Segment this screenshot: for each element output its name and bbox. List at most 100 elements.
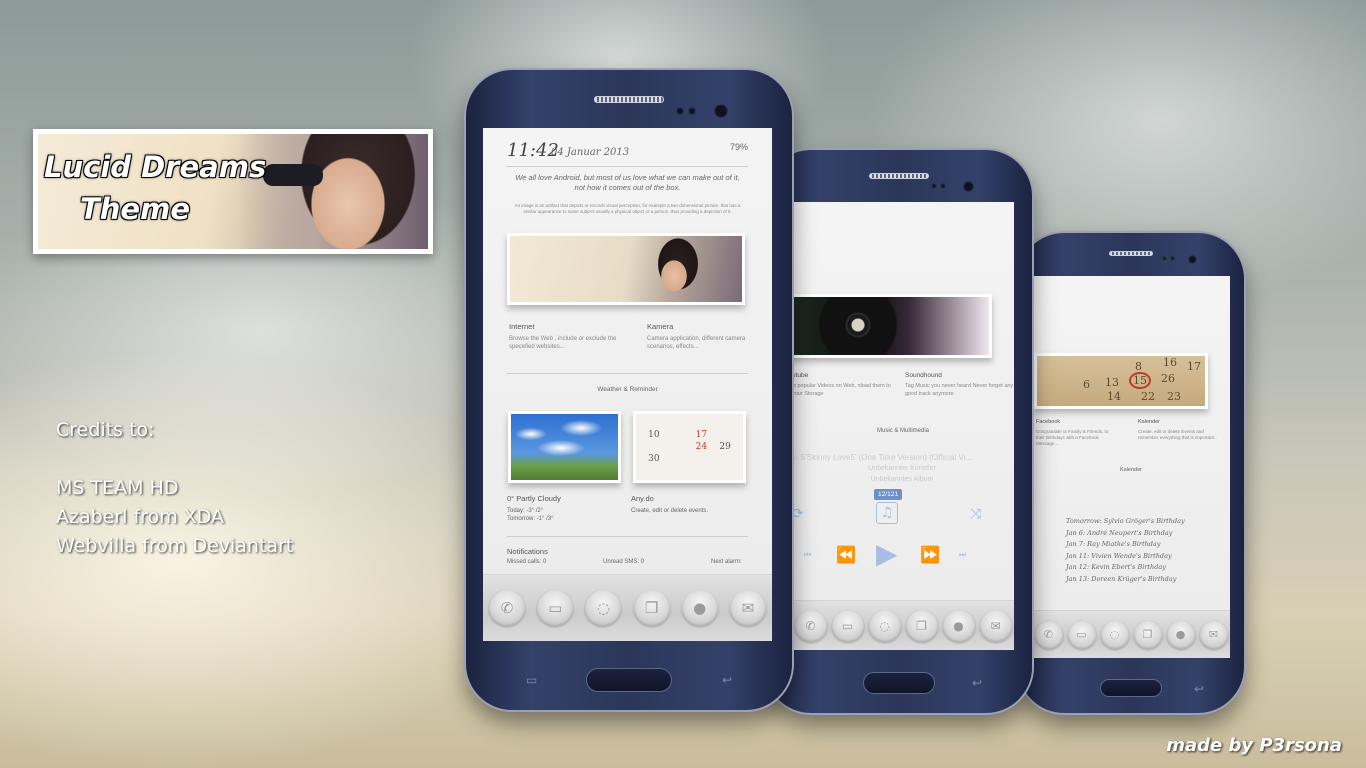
divider [507,166,748,167]
unread-sms[interactable]: Unread SMS: 0 [603,559,644,565]
made-by-signature: made by P3rsona [1166,735,1342,756]
phone-2-screen: utube w popular Videos on Web, nload the… [792,202,1014,650]
camera-description: Camera application, different camera sce… [647,336,746,350]
mail-icon[interactable]: ✉ [979,609,1012,642]
portrait-graphic [642,238,702,304]
banner-title-line2: Theme [80,192,190,226]
weather-summary[interactable]: 0° Partly Cloudy [507,494,561,503]
app-dock: ✆ ▭ ◌ ❐ ● ✉ [483,574,772,641]
phone-3: 8 16 17 6 13 14 15 26 22 23 Facebook Con… [1018,233,1244,713]
camera-title[interactable]: Kamera [647,322,673,331]
phone-icon[interactable]: ✆ [794,609,827,642]
birthday-item[interactable]: Tomorrow: Sylvio Gröger's Birthday [1066,516,1185,528]
home-button[interactable] [1100,679,1162,697]
fast-forward-icon[interactable]: ⏩ [920,545,940,564]
birthday-item[interactable]: Jan 11: Vivien Wende's Birthday [1066,551,1185,563]
home-button[interactable] [862,672,935,694]
birthday-item[interactable]: Jan 6: André Neupert's Birthday [1066,528,1185,540]
track-album: Unbekanntes Album [870,476,934,483]
contacts-icon[interactable]: ● [681,590,718,626]
whatsapp-icon[interactable]: ◌ [868,609,901,642]
earpiece-speaker [1109,251,1153,256]
back-key-icon[interactable]: ↩ [972,676,982,690]
repeat-icon[interactable]: ⟳ [792,506,804,522]
phone-1-screen: 11:42 04 Januar 2013 79% We all love And… [483,128,772,641]
youtube-title[interactable]: utube [792,372,808,379]
kalender-title[interactable]: Kalender [1138,419,1160,425]
weather-tomorrow: Tomorrow: -1° /3° [507,516,554,522]
internet-description: Browse the Web , include or exclude the … [509,336,617,350]
whatsapp-icon[interactable]: ◌ [585,590,622,626]
credit-name: Azaberl from XDA [56,506,225,528]
phone-icon[interactable]: ✆ [1034,620,1063,649]
contacts-icon[interactable]: ● [942,609,975,642]
app-dock: ✆ ▭ ◌ ❐ ● ✉ [1032,610,1230,658]
next-alarm[interactable]: Next alarm: [711,559,742,565]
sunglasses-graphic [263,164,323,186]
skip-back-icon[interactable]: ⏮ [804,550,811,560]
app-dock: ✆ ▭ ◌ ❐ ● ✉ [792,600,1014,650]
rewind-icon[interactable]: ⏪ [836,545,856,564]
credit-name: MS TEAM HD [56,477,179,499]
chat-icon[interactable]: ❐ [905,609,938,642]
banner-image: Lucid Dreams Theme [38,134,428,249]
messages-icon[interactable]: ▭ [831,609,864,642]
camera-lens [688,107,696,115]
back-key-icon[interactable]: ↩ [1194,682,1204,696]
facebook-title[interactable]: Facebook [1036,419,1060,425]
phone-2: utube w popular Videos on Web, nload the… [765,150,1032,713]
calendar-photo: 10 17 24 29 30 [633,411,746,483]
banner-title: Lucid Dreams Theme [44,146,266,230]
camera-lens [931,183,937,189]
theme-banner: Lucid Dreams Theme [33,129,433,254]
track-artist: Unbekannter Künstler [868,465,936,472]
section-kalender: Kalender [1119,467,1143,473]
birthday-item[interactable]: Jan 7: Ray Miatke's Birthday [1066,539,1185,551]
calendar-photo: 8 16 17 6 13 14 15 26 22 23 [1034,353,1208,409]
chat-icon[interactable]: ❐ [1133,620,1162,649]
soundhound-description: Tag Music you never heard Never forget a… [905,383,1014,397]
divider [507,373,748,374]
play-icon[interactable]: ▶ [876,537,898,570]
phone-3-screen: 8 16 17 6 13 14 15 26 22 23 Facebook Con… [1032,276,1230,658]
image-definition-text: An image is an artifact that depicts or … [514,203,741,214]
phone-1: 11:42 04 Januar 2013 79% We all love And… [466,70,792,710]
vinyl-photo [792,294,992,358]
internet-title[interactable]: Internet [509,322,534,331]
birthday-item[interactable]: Jan 13: Doreen Krüger's Birthday [1066,574,1185,586]
credits-heading: Credits to: [56,419,155,441]
music-note-icon[interactable]: ♫ [876,502,898,524]
quote-text: We all love Android, but most of us love… [515,173,740,192]
contacts-icon[interactable]: ● [1166,620,1195,649]
camera-lens [940,183,946,189]
menu-key-icon[interactable]: ▭ [526,673,537,687]
anydo-description: Create, edit or delete events. [631,508,709,514]
messages-icon[interactable]: ▭ [537,590,574,626]
soundhound-title[interactable]: Soundhound [905,372,942,379]
divider [507,536,748,537]
missed-calls[interactable]: Missed calls: 0 [507,559,546,565]
vinyl-record [818,297,898,355]
whatsapp-icon[interactable]: ◌ [1100,620,1129,649]
chat-icon[interactable]: ❐ [633,590,670,626]
anydo-title[interactable]: Any.do [631,494,654,503]
shuffle-icon[interactable]: ⤨ [970,506,981,522]
youtube-description: w popular Videos on Web, nload them to y… [792,383,891,397]
front-camera [1188,255,1197,264]
mail-icon[interactable]: ✉ [729,590,766,626]
birthday-item[interactable]: Jan 12: Kevin Ebert's Birthday [1066,562,1185,574]
notifications-heading: Notifications [507,547,548,556]
camera-lens [1170,256,1175,261]
messages-icon[interactable]: ▭ [1067,620,1096,649]
skip-forward-icon[interactable]: ⏭ [959,550,966,560]
home-button[interactable] [586,668,672,692]
phone-icon[interactable]: ✆ [489,590,526,626]
banner-title-line1: Lucid Dreams [44,150,267,184]
birthday-list: Tomorrow: Sylvio Gröger's Birthday Jan 6… [1066,516,1185,585]
front-camera [963,181,974,192]
featured-photo [507,233,745,305]
banner-portrait [238,134,428,249]
back-key-icon[interactable]: ↩ [722,673,732,687]
credit-name: Webvilla from Deviantart [56,535,294,557]
mail-icon[interactable]: ✉ [1199,620,1228,649]
